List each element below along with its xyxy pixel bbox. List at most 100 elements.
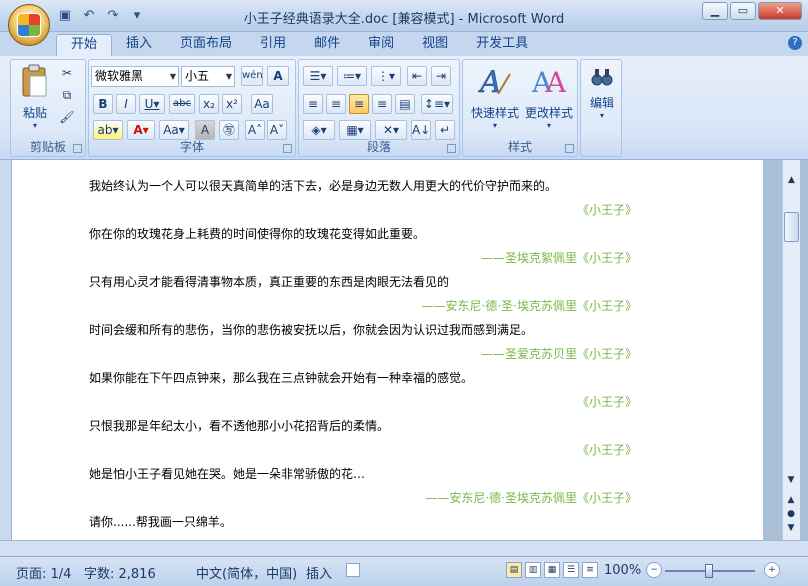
phonetic-guide-icon[interactable]: wén	[241, 66, 263, 86]
print-layout-icon[interactable]: ▤	[506, 562, 522, 578]
clear-format-icon[interactable]: Aa	[251, 94, 273, 114]
tab-mailings[interactable]: 邮件	[300, 34, 354, 56]
align-center-icon[interactable]: ≡	[326, 94, 346, 114]
increase-indent-icon[interactable]: ⇥	[431, 66, 451, 86]
bold-icon[interactable]: B	[93, 94, 113, 114]
tab-view[interactable]: 视图	[408, 34, 462, 56]
superscript-icon[interactable]: x²	[222, 94, 242, 114]
character-border-icon[interactable]: A	[267, 66, 289, 86]
web-layout-icon[interactable]: ▦	[544, 562, 560, 578]
highlight-icon[interactable]: ab▾	[93, 120, 123, 140]
insert-mode[interactable]: 插入	[306, 563, 332, 582]
editing-button[interactable]: 编辑 ▾	[583, 66, 621, 120]
paste-icon	[22, 64, 47, 97]
tab-references[interactable]: 引用	[246, 34, 300, 56]
font-family-select[interactable]: 微软雅黑 ▼	[91, 66, 179, 87]
zoom-slider[interactable]	[665, 564, 755, 578]
justify-icon[interactable]: ≡	[372, 94, 392, 114]
subscript-icon[interactable]: x₂	[199, 94, 219, 114]
text-line: 她是怕小王子看见她在哭。她是一朵非常骄傲的花…	[89, 467, 366, 481]
close-button[interactable]: ✕	[758, 2, 802, 20]
outline-icon[interactable]: ☰	[563, 562, 579, 578]
tab-page-layout[interactable]: 页面布局	[166, 34, 246, 56]
quote-source: 《小王子》	[576, 443, 637, 457]
text-line: 我始终认为一个人可以很天真简单的活下去，必是身边无数人用更大的代价守护而来的。	[89, 179, 558, 193]
help-icon[interactable]: ?	[788, 36, 802, 50]
show-marks-icon[interactable]: ↵	[435, 120, 455, 140]
macro-record-icon[interactable]	[346, 563, 360, 577]
decrease-indent-icon[interactable]: ⇤	[407, 66, 427, 86]
paragraph-group-label: 段落	[366, 140, 391, 154]
paste-button[interactable]: 粘贴 ▾	[17, 64, 53, 130]
grow-font-icon[interactable]: A˄	[245, 120, 265, 140]
copy-icon[interactable]: ⧉	[57, 86, 77, 106]
office-logo-icon	[17, 13, 41, 37]
shading-icon[interactable]: ◈▾	[303, 120, 335, 140]
minimize-button[interactable]: ▁	[702, 2, 728, 20]
language-status[interactable]: 中文(简体，中国)	[196, 563, 297, 582]
align-right-icon[interactable]: ≡	[349, 94, 369, 114]
scroll-thumb[interactable]	[784, 212, 799, 242]
vertical-scrollbar[interactable]: ▲ ▼ ▲ ● ▼	[782, 160, 800, 540]
scroll-down-icon[interactable]: ▼	[783, 472, 799, 488]
format-painter-icon[interactable]: 🖌	[57, 108, 77, 128]
editing-group: 编辑 ▾	[580, 59, 622, 157]
distributed-icon[interactable]: ▤	[395, 94, 415, 114]
draft-icon[interactable]: ≡	[582, 562, 598, 578]
office-button[interactable]	[8, 4, 50, 46]
scroll-up-icon[interactable]: ▲	[784, 172, 800, 188]
ribbon: 粘贴 ▾ ✂ ⧉ 🖌 剪贴板 微软雅黑 ▼ 小五 ▼ wén A B I U▾ ab…	[0, 56, 808, 160]
tab-insert[interactable]: 插入	[112, 34, 166, 56]
shrink-font-icon[interactable]: A˅	[267, 120, 287, 140]
chinese-layout-icon[interactable]: ✕▾	[375, 120, 407, 140]
font-size-select[interactable]: 小五 ▼	[181, 66, 235, 87]
quote-source: ——安东尼·德·圣·埃克苏佩里《小王子》	[421, 299, 637, 313]
multilevel-list-icon[interactable]: ⋮▾	[371, 66, 401, 86]
change-styles-button[interactable]: A A 更改样式 ▾	[521, 64, 577, 130]
underline-icon[interactable]: U▾	[139, 94, 165, 114]
quick-styles-icon: A	[477, 65, 511, 100]
text-line: 时间会缓和所有的悲伤，当你的悲伤被安抚以后，你就会因为认识过我而感到满足。	[89, 323, 534, 337]
page-count[interactable]: 页面: 1/4	[16, 563, 71, 582]
align-left-icon[interactable]: ≡	[303, 94, 323, 114]
sort-icon[interactable]: A↓	[411, 120, 432, 140]
next-page-icon[interactable]: ▼	[783, 520, 799, 536]
font-launcher-icon[interactable]	[283, 144, 292, 153]
character-shading-icon[interactable]: A	[195, 120, 215, 140]
change-case-icon[interactable]: Aa▾	[159, 120, 189, 140]
paragraph-launcher-icon[interactable]	[447, 144, 456, 153]
zoom-slider-knob[interactable]	[705, 564, 713, 578]
quick-styles-button[interactable]: A 快速样式 ▾	[467, 64, 523, 130]
quote-source: 《小王子》	[576, 395, 637, 409]
tab-review[interactable]: 审阅	[354, 34, 408, 56]
clipboard-launcher-icon[interactable]	[73, 144, 82, 153]
numbering-icon[interactable]: ≔▾	[337, 66, 367, 86]
styles-launcher-icon[interactable]	[565, 144, 574, 153]
quote-source: ——圣埃克絮佩里《小王子》	[480, 251, 637, 265]
title-bar: ▣ ↶ ↷ ▾ 小王子经典语录大全.doc [兼容模式] - Microsoft…	[0, 0, 808, 32]
zoom-level[interactable]: 100%	[604, 563, 641, 578]
horizontal-scrollbar[interactable]	[0, 540, 808, 556]
bullets-icon[interactable]: ☰▾	[303, 66, 333, 86]
document-page[interactable]: 我始终认为一个人可以很天真简单的活下去，必是身边无数人用更大的代价守护而来的。 …	[12, 160, 763, 540]
svg-text:A: A	[545, 66, 566, 98]
strikethrough-icon[interactable]: abc	[169, 94, 195, 114]
enclose-characters-icon[interactable]: ㊢	[219, 120, 239, 140]
italic-icon[interactable]: I	[116, 94, 136, 114]
word-count[interactable]: 字数: 2,816	[84, 563, 156, 582]
maximize-button[interactable]: ▭	[730, 2, 756, 20]
font-color-icon[interactable]: A▾	[127, 120, 155, 140]
zoom-in-icon[interactable]: +	[764, 562, 780, 578]
quote-source: ——圣爱克苏贝里《小王子》	[480, 347, 637, 361]
styles-group: A 快速样式 ▾ A A 更改样式 ▾ 样式	[462, 59, 578, 157]
ribbon-tabs: 开始 插入 页面布局 引用 邮件 审阅 视图 开发工具 ?	[0, 32, 808, 56]
borders-icon[interactable]: ▦▾	[339, 120, 371, 140]
cut-icon[interactable]: ✂	[57, 64, 77, 84]
tab-home[interactable]: 开始	[56, 34, 113, 56]
full-screen-reading-icon[interactable]: ▥	[525, 562, 541, 578]
text-line: 请你......帮我画一只绵羊。	[89, 515, 232, 529]
zoom-out-icon[interactable]: −	[646, 562, 662, 578]
clipboard-group: 粘贴 ▾ ✂ ⧉ 🖌 剪贴板	[10, 59, 86, 157]
tab-developer[interactable]: 开发工具	[462, 34, 542, 56]
line-spacing-icon[interactable]: ↕≡▾	[421, 94, 453, 114]
